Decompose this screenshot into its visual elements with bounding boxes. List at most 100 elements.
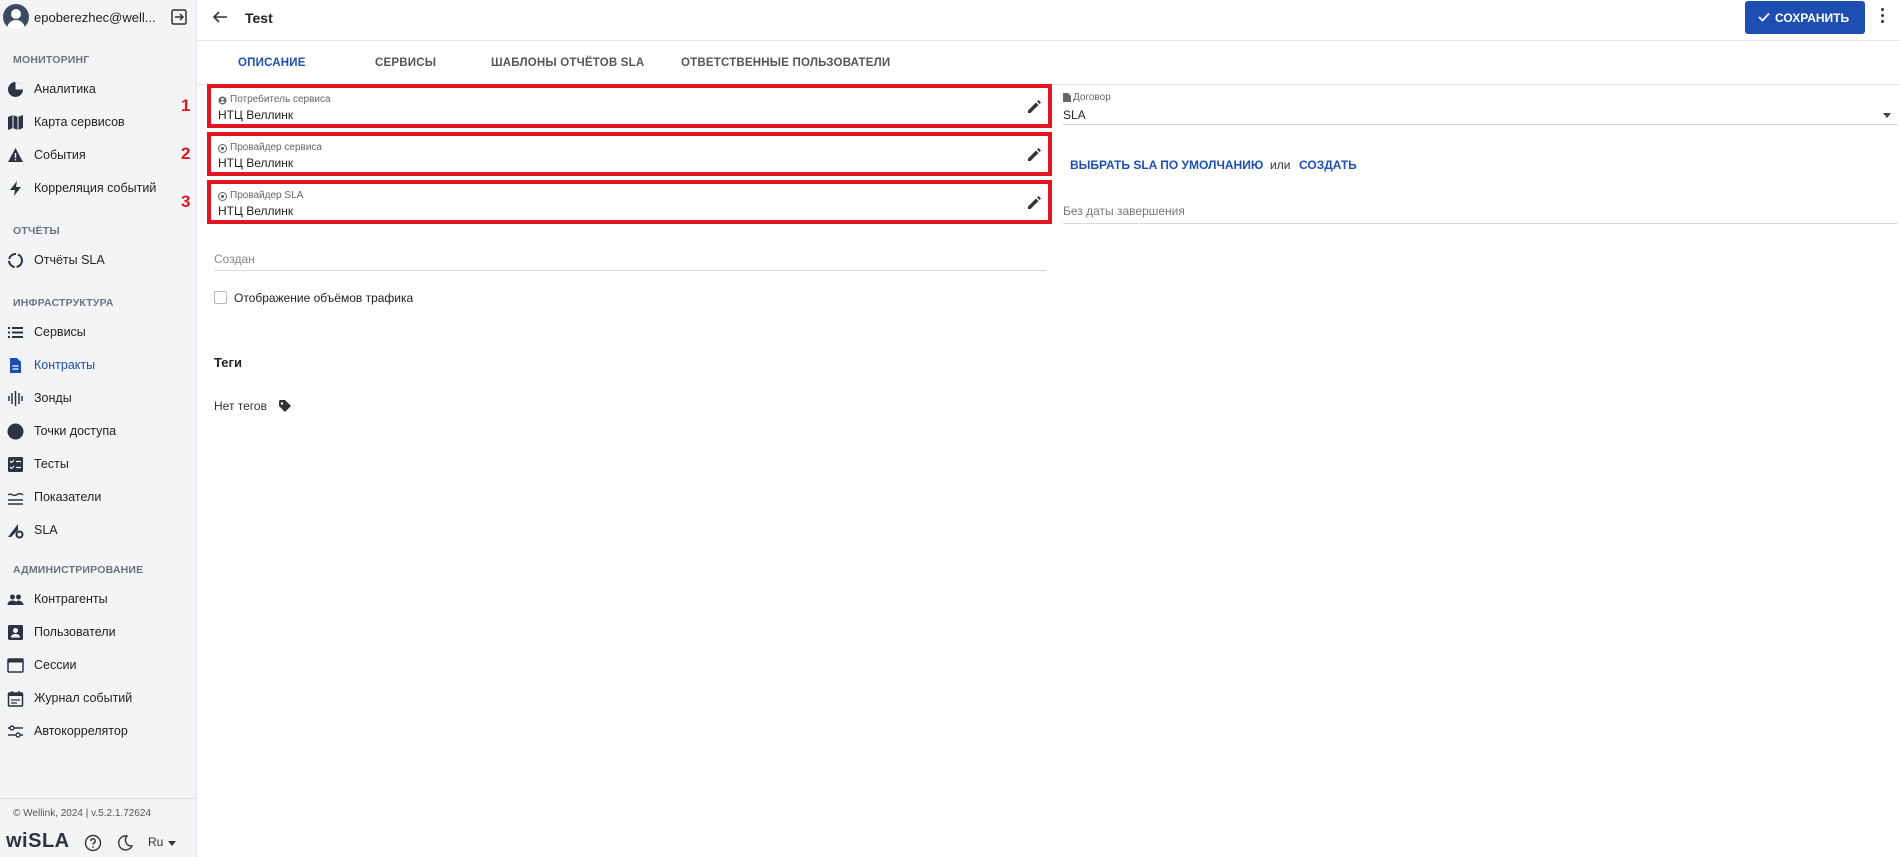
document-icon (1063, 93, 1071, 102)
sidebar-item-users[interactable]: Пользователи (0, 618, 196, 646)
sidebar-item-label: События (34, 148, 86, 162)
contract-select[interactable]: SLA (1063, 108, 1086, 122)
tab-description[interactable]: ОПИСАНИЕ (238, 57, 306, 69)
sidebar-item-sla-reports[interactable]: Отчёты SLA (0, 246, 196, 274)
calendar-icon (7, 691, 24, 707)
sidebar-item-label: Аналитика (34, 82, 96, 96)
provider-icon (218, 144, 227, 153)
tab-services[interactable]: СЕРВИСЫ (375, 57, 436, 69)
sidebar-item-sla[interactable]: SLA (0, 516, 196, 544)
created-field: Создан (214, 252, 255, 266)
create-sla-button[interactable]: СОЗДАТЬ (1299, 158, 1357, 172)
lightning-icon (10, 181, 21, 196)
sidebar-item-events[interactable]: События (0, 141, 196, 169)
contract-underline (1063, 124, 1897, 125)
field-number: 1 (181, 96, 191, 115)
tag-icon[interactable] (278, 399, 292, 413)
sidebar-item-event-log[interactable]: Журнал событий (0, 684, 196, 712)
edit-icon[interactable] (1026, 146, 1043, 163)
field-value: НТЦ Веллинк (218, 204, 294, 218)
field-value: НТЦ Веллинк (218, 156, 294, 170)
section-title-infrastructure: ИНФРАСТРУКТУРА (13, 297, 114, 309)
waveform-icon (8, 391, 23, 406)
traffic-volume-label[interactable]: Отображение объёмов трафика (234, 291, 413, 305)
user-card-icon (8, 625, 23, 640)
sidebar-item-contracts[interactable]: Контракты (0, 351, 196, 379)
sidebar-item-autocorrelator[interactable]: Автокоррелятор (0, 717, 196, 745)
more-vert-icon[interactable] (1878, 8, 1886, 28)
service-consumer-field[interactable]: Потребитель сервиса НТЦ Веллинк (207, 84, 1052, 128)
section-title-reports: ОТЧЁТЫ (13, 225, 60, 237)
service-provider-field[interactable]: Провайдер сервиса НТЦ Веллинк (207, 132, 1052, 176)
chevron-down-icon[interactable] (1883, 113, 1891, 118)
sidebar-item-label: Автокоррелятор (34, 724, 128, 738)
copyright: © Wellink, 2024 | v.5.2.1.72624 (13, 808, 152, 819)
select-default-sla-button[interactable]: ВЫБРАТЬ SLA ПО УМОЛЧАНИЮ (1070, 158, 1263, 172)
logout-icon[interactable] (170, 8, 188, 26)
sidebar-item-label: Корреляция событий (34, 181, 157, 195)
pie-chart-icon (8, 82, 23, 97)
sidebar-item-access-points[interactable]: Точки доступа (0, 417, 196, 445)
map-icon (8, 115, 23, 130)
page-title: Test (245, 10, 273, 26)
help-icon[interactable] (84, 834, 102, 852)
traffic-volume-checkbox[interactable] (214, 291, 227, 304)
person-icon (218, 96, 227, 105)
or-text: или (1270, 158, 1291, 172)
save-button[interactable]: СОХРАНИТЬ (1745, 1, 1865, 34)
sidebar-item-label: Сессии (34, 658, 77, 672)
avatar[interactable] (3, 4, 29, 30)
dot-icon (7, 423, 24, 440)
sidebar-item-counterparties[interactable]: Контрагенты (0, 585, 196, 613)
provider-icon (218, 192, 227, 201)
sidebar: epoberezhec@well... МОНИТОРИНГ Аналитика… (0, 0, 197, 857)
sidebar-item-label: Пользователи (34, 625, 116, 639)
sidebar-item-indicators[interactable]: Показатели (0, 483, 196, 511)
warning-icon (8, 148, 23, 162)
field-label: Провайдер SLA (230, 190, 304, 201)
checklist-icon (8, 457, 23, 472)
created-underline (214, 270, 1046, 271)
tags-title: Теги (214, 355, 242, 370)
window-icon (7, 658, 24, 673)
contract-label: Договор (1073, 92, 1111, 103)
sla-provider-field[interactable]: Провайдер SLA НТЦ Веллинк (207, 180, 1052, 224)
sidebar-item-event-correlation[interactable]: Корреляция событий (0, 174, 196, 202)
field-label: Потребитель сервиса (230, 94, 331, 105)
sidebar-item-label: Зонды (34, 391, 72, 405)
user-row: epoberezhec@well... (0, 0, 197, 35)
sidebar-item-label: Тесты (34, 457, 69, 471)
sidebar-item-sessions[interactable]: Сессии (0, 651, 196, 679)
language-select[interactable]: Ru (148, 835, 163, 849)
field-number: 3 (181, 192, 191, 211)
sidebar-item-label: Контрагенты (34, 592, 108, 606)
edit-icon[interactable] (1026, 98, 1043, 115)
sla-gear-icon (8, 524, 24, 539)
sidebar-item-analytics[interactable]: Аналитика (0, 75, 196, 103)
field-number: 2 (181, 144, 191, 163)
sidebar-item-label: Контракты (34, 358, 96, 372)
sidebar-item-service-map[interactable]: Карта сервисов (0, 108, 196, 136)
sidebar-item-services[interactable]: Сервисы (0, 318, 196, 346)
sidebar-item-probes[interactable]: Зонды (0, 384, 196, 412)
edit-icon[interactable] (1026, 194, 1043, 211)
chevron-down-icon[interactable] (168, 841, 176, 846)
sidebar-item-tests[interactable]: Тесты (0, 450, 196, 478)
tab-sla-report-templates[interactable]: ШАБЛОНЫ ОТЧЁТОВ SLA (491, 57, 644, 69)
end-date-field[interactable]: Без даты завершения (1063, 204, 1185, 218)
sidebar-item-label: Отчёты SLA (34, 253, 105, 267)
header: Test СОХРАНИТЬ (197, 0, 1900, 41)
check-icon (1758, 12, 1770, 22)
user-name: epoberezhec@well... (34, 10, 156, 25)
sidebar-item-label: SLA (34, 523, 58, 537)
moon-icon[interactable] (116, 834, 134, 852)
wisla-logo: wiSLA (6, 830, 70, 852)
sliders-icon (8, 725, 23, 738)
save-button-label: СОХРАНИТЬ (1775, 11, 1850, 25)
back-arrow-icon[interactable] (211, 8, 229, 26)
field-value: НТЦ Веллинк (218, 108, 294, 122)
no-tags-text: Нет тегов (214, 399, 267, 413)
section-title-monitoring: МОНИТОРИНГ (13, 54, 90, 66)
end-date-underline (1063, 223, 1897, 224)
tab-responsible-users[interactable]: ОТВЕТСТВЕННЫЕ ПОЛЬЗОВАТЕЛИ (681, 57, 890, 69)
